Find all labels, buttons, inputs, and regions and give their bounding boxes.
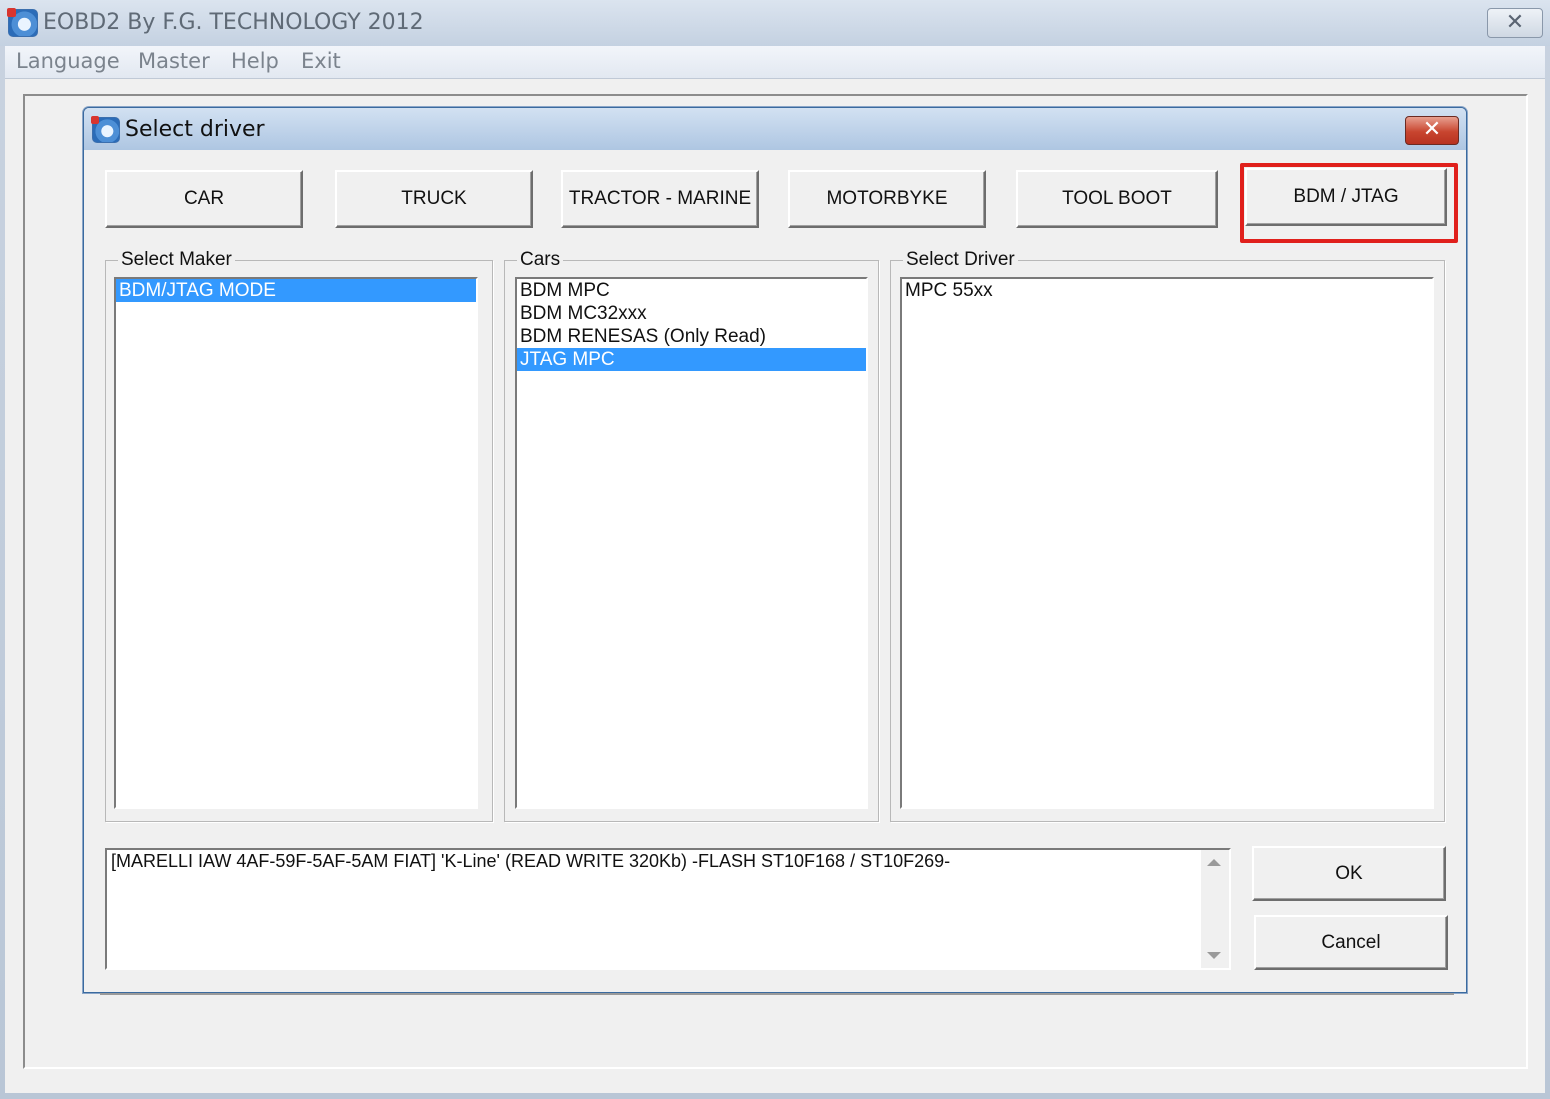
window-title: EOBD2 By F.G. TECHNOLOGY 2012 [43, 10, 424, 35]
menu-language[interactable]: Language [16, 49, 120, 73]
driver-description-box[interactable]: [MARELLI IAW 4AF-59F-5AF-5AM FIAT] 'K-Li… [105, 848, 1231, 970]
menu-exit[interactable]: Exit [301, 49, 341, 73]
scroll-up-arrow-icon[interactable] [1207, 859, 1221, 866]
driver-description-text: [MARELLI IAW 4AF-59F-5AF-5AM FIAT] 'K-Li… [111, 851, 951, 871]
category-truck-button[interactable]: TRUCK [335, 170, 533, 228]
select-maker-label: Select Maker [118, 249, 235, 271]
list-item[interactable]: BDM/JTAG MODE [116, 279, 476, 302]
dialog-close-button[interactable]: ✕ [1405, 116, 1459, 145]
window-close-button[interactable]: ✕ [1487, 8, 1543, 38]
dialog-titlebar: Select driver ✕ [84, 108, 1466, 150]
dialog-shadow-line [100, 993, 1454, 995]
main-window: EOBD2 By F.G. TECHNOLOGY 2012 ✕ Language… [0, 0, 1550, 1099]
app-icon [7, 8, 38, 37]
list-item[interactable]: MPC 55xx [902, 279, 1432, 302]
category-bdm-jtag-button[interactable]: BDM / JTAG [1245, 168, 1447, 226]
select-maker-group: Select Maker BDM/JTAG MODE [105, 249, 493, 822]
category-tractor-marine-button[interactable]: TRACTOR - MARINE [561, 170, 759, 228]
menu-help[interactable]: Help [231, 49, 279, 73]
ok-button[interactable]: OK [1252, 846, 1446, 901]
list-item[interactable]: BDM MC32xxx [517, 302, 866, 325]
cars-group: Cars BDM MPC BDM MC32xxx BDM RENESAS (On… [504, 249, 879, 822]
cars-listbox[interactable]: BDM MPC BDM MC32xxx BDM RENESAS (Only Re… [515, 277, 868, 809]
menu-bar: Language Master Help Exit [5, 46, 1545, 79]
dialog-title: Select driver [125, 117, 265, 142]
list-item[interactable]: BDM MPC [517, 279, 866, 302]
cancel-button[interactable]: Cancel [1254, 915, 1448, 970]
category-motorbyke-button[interactable]: MOTORBYKE [788, 170, 986, 228]
window-titlebar: EOBD2 By F.G. TECHNOLOGY 2012 ✕ [0, 0, 1550, 46]
cars-label: Cars [517, 249, 564, 271]
menu-master[interactable]: Master [138, 49, 210, 73]
category-tool-boot-button[interactable]: TOOL BOOT [1016, 170, 1218, 228]
select-driver-dialog: Select driver ✕ CAR TRUCK TRACTOR - MARI… [83, 107, 1467, 993]
driver-listbox[interactable]: MPC 55xx [900, 277, 1434, 809]
category-car-button[interactable]: CAR [105, 170, 303, 228]
maker-listbox[interactable]: BDM/JTAG MODE [114, 277, 478, 809]
select-driver-group: Select Driver MPC 55xx [890, 249, 1445, 822]
list-item[interactable]: BDM RENESAS (Only Read) [517, 325, 866, 348]
dialog-app-icon [91, 116, 120, 143]
description-scrollbar[interactable] [1201, 850, 1229, 968]
scroll-down-arrow-icon[interactable] [1207, 952, 1221, 959]
list-item[interactable]: JTAG MPC [517, 348, 866, 371]
select-driver-label: Select Driver [903, 249, 1018, 271]
